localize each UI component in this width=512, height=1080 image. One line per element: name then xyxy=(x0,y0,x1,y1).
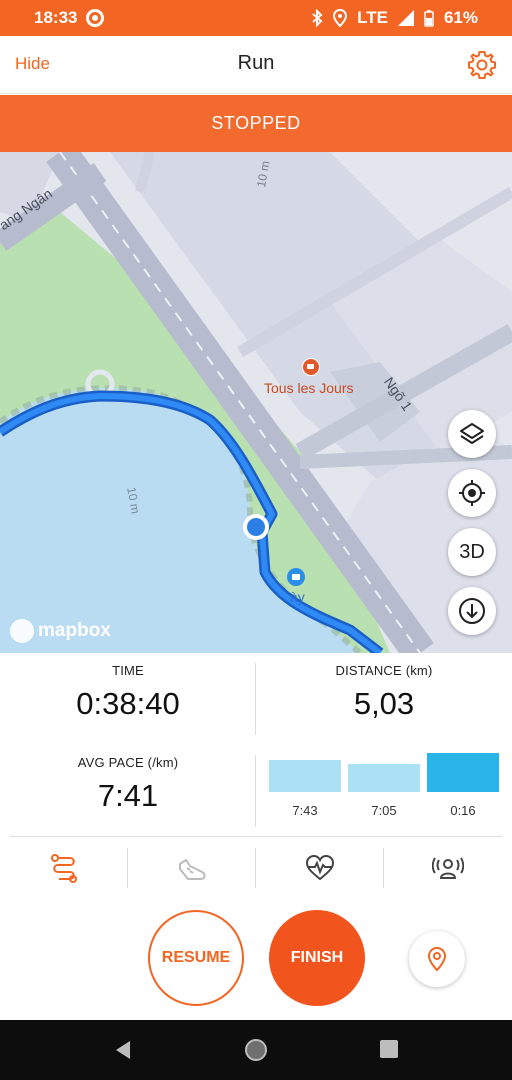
battery-level: 61% xyxy=(443,8,478,27)
3d-toggle-button[interactable]: 3D xyxy=(448,528,496,576)
split-label: 7:05 xyxy=(371,803,397,818)
pace-label: AVG PACE (/km) xyxy=(77,755,179,770)
top-bar: Hide Run xyxy=(0,36,512,94)
mapbox-logo[interactable]: mapbox xyxy=(10,619,111,643)
split-bar xyxy=(269,760,341,792)
time-value: 0:38:40 xyxy=(76,686,180,721)
status-icons: LTE 61% xyxy=(311,8,478,28)
map-canvas xyxy=(0,152,512,653)
page-title: Run xyxy=(237,52,275,74)
gear-icon[interactable] xyxy=(466,49,498,81)
mapbox-attribution: mapbox xyxy=(38,620,111,641)
tab-sensors[interactable] xyxy=(428,850,468,886)
battery-icon xyxy=(424,9,434,27)
home-icon[interactable] xyxy=(244,1038,268,1062)
location-pin-button[interactable] xyxy=(409,931,465,987)
tab-heart-rate[interactable] xyxy=(300,850,340,886)
system-nav-bar xyxy=(0,1020,512,1080)
recording-icon xyxy=(86,9,104,27)
divider xyxy=(255,663,256,735)
heart-rate-icon xyxy=(305,854,335,881)
bluetooth-icon xyxy=(312,9,323,27)
recents-icon[interactable] xyxy=(378,1038,400,1060)
split-bar xyxy=(427,753,499,792)
time-stat: TIME 0:38:40 xyxy=(0,663,256,722)
split-label: 7:43 xyxy=(292,803,318,818)
stats-panel: TIME 0:38:40 DISTANCE (km) 5,03 AVG PACE… xyxy=(0,653,512,837)
divider xyxy=(127,848,128,888)
signal-icon xyxy=(397,10,414,26)
shoe-icon xyxy=(179,859,206,880)
layers-button[interactable] xyxy=(448,410,496,458)
status-bar: 18:33 LTE 61% xyxy=(0,0,512,36)
download-icon xyxy=(459,598,485,624)
layers-icon xyxy=(460,423,484,444)
route-map[interactable]: ang Ngân Ngõ 1 Tous les Jours ày 10 m 10… xyxy=(0,152,512,653)
back-icon[interactable] xyxy=(112,1038,134,1062)
split-label: 0:16 xyxy=(450,803,476,818)
resume-button[interactable]: RESUME xyxy=(148,910,244,1006)
pace-stat: AVG PACE (/km) 7:41 xyxy=(0,755,256,814)
tab-route[interactable] xyxy=(44,850,84,886)
tab-shoe[interactable] xyxy=(172,850,212,886)
locate-button[interactable] xyxy=(448,469,496,517)
crosshair-icon xyxy=(459,480,485,506)
location-icon xyxy=(333,9,348,27)
distance-stat: DISTANCE (km) 5,03 xyxy=(256,663,512,722)
mapbox-mark-icon xyxy=(10,619,34,643)
pace-value: 7:41 xyxy=(97,778,159,813)
split-bar xyxy=(348,764,420,792)
location-pin-icon xyxy=(427,946,447,972)
finish-button[interactable]: FINISH xyxy=(269,910,365,1006)
download-map-button[interactable] xyxy=(448,587,496,635)
divider xyxy=(10,836,502,837)
divider xyxy=(383,848,384,888)
status-banner: STOPPED xyxy=(0,95,512,152)
divider xyxy=(255,848,256,888)
distance-value: 5,03 xyxy=(353,686,415,721)
network-type: LTE xyxy=(357,8,388,27)
status-time: 18:33 xyxy=(34,8,78,27)
time-label: TIME xyxy=(112,663,144,678)
distance-label: DISTANCE (km) xyxy=(335,663,433,678)
3d-label: 3D xyxy=(459,540,485,563)
poi-partial-label: ày xyxy=(290,589,305,605)
stats-tabs xyxy=(0,838,512,898)
route-icon xyxy=(51,854,77,883)
poi-label: Tous les Jours xyxy=(264,380,354,396)
sensor-icon xyxy=(432,857,464,879)
